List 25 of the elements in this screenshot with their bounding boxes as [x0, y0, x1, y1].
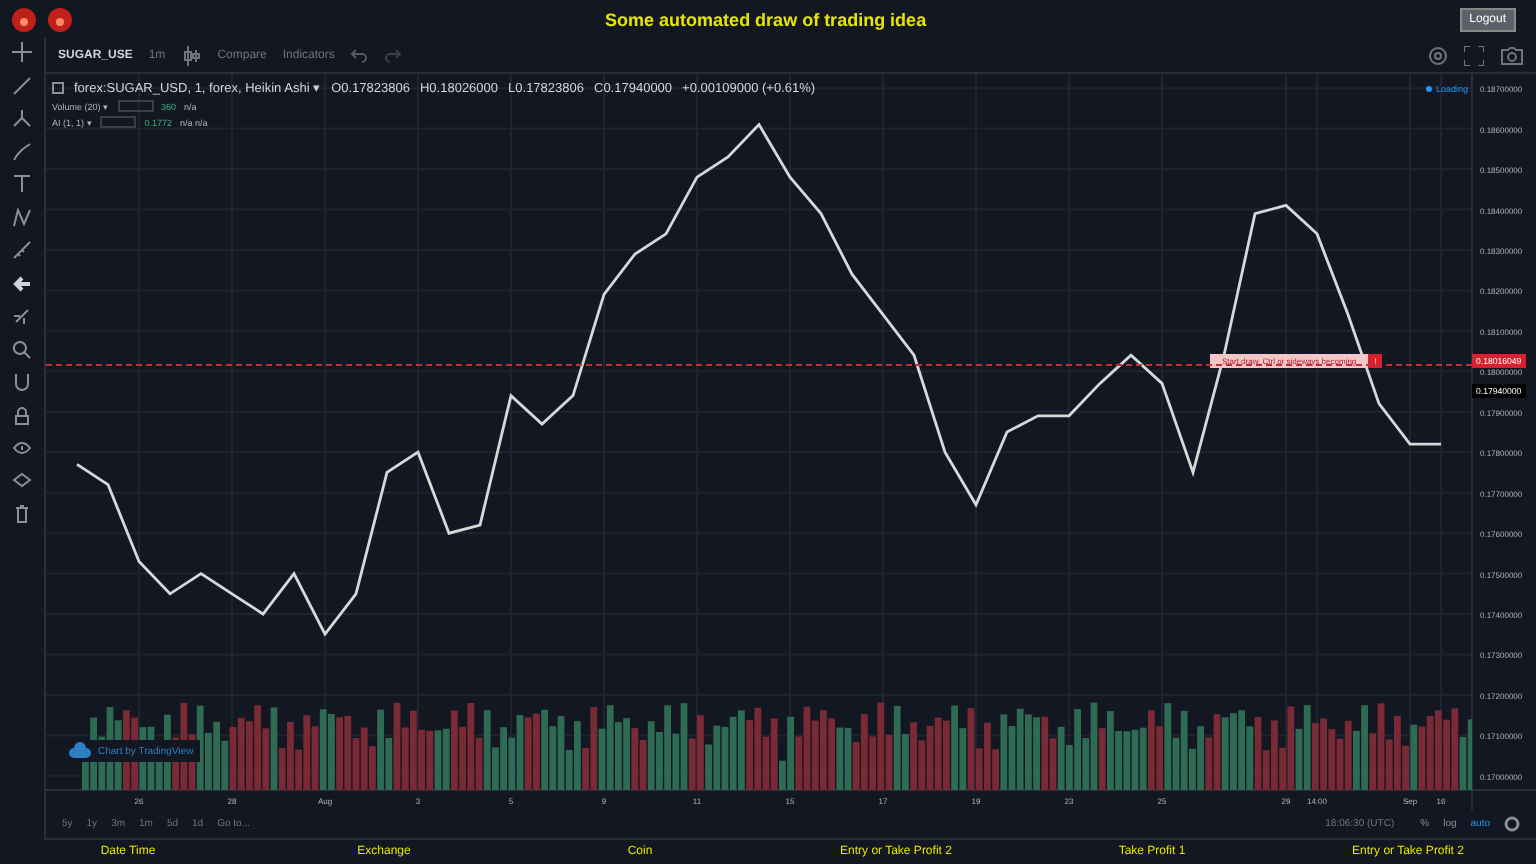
line-icon[interactable]	[12, 75, 32, 95]
brush-icon[interactable]	[12, 141, 32, 161]
trash-icon[interactable]	[12, 504, 32, 524]
pattern-icon[interactable]	[12, 207, 32, 227]
lock-icon[interactable]	[12, 405, 32, 425]
record-icon[interactable]	[48, 7, 72, 31]
ruler-icon[interactable]	[12, 240, 32, 260]
checkbox-icon[interactable]	[52, 82, 64, 94]
fork-icon[interactable]	[12, 108, 32, 128]
dot-icon	[1426, 86, 1432, 92]
magnet-icon[interactable]	[12, 372, 32, 392]
cloud-icon	[68, 742, 92, 760]
candles-icon[interactable]	[181, 45, 202, 65]
fullscreen-icon[interactable]	[1464, 45, 1484, 65]
record-icon[interactable]	[12, 7, 36, 31]
layers-icon[interactable]	[12, 471, 32, 491]
camera-icon[interactable]	[1500, 45, 1524, 65]
undo-icon[interactable]	[350, 47, 369, 63]
eye-icon[interactable]	[12, 438, 32, 458]
page-title: Some automated draw of trading idea	[603, 9, 929, 29]
measure-icon[interactable]	[12, 306, 32, 326]
cross-icon[interactable]	[12, 42, 32, 62]
arrow-icon[interactable]	[12, 273, 32, 293]
text-icon[interactable]	[12, 174, 32, 194]
zoom-icon[interactable]	[12, 339, 32, 359]
